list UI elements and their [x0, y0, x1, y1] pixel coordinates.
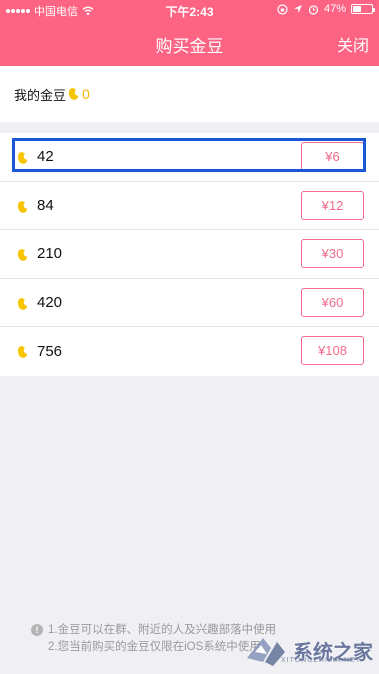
package-amount: 42 — [37, 148, 54, 166]
bean-coin-icon — [16, 344, 29, 360]
note-line: 2.您当前购买的金豆仅限在iOS系统中使用 — [48, 641, 261, 653]
watermark-subtext: XITONGZHIJIA.NET — [280, 657, 361, 664]
status-bar: 中国电信 下午2:43 47% — [0, 0, 379, 20]
balance-value: 0 — [82, 86, 90, 102]
header-bar: 中国电信 下午2:43 47% 购买金豆 关闭 — [0, 0, 379, 66]
bean-coin-icon — [16, 247, 29, 263]
note-line: 1.金豆可以在群、附近的人及兴趣部落中使用 — [48, 624, 277, 636]
price-button[interactable]: ¥12 — [301, 190, 364, 220]
package-row[interactable]: 420 ¥60 — [0, 279, 379, 327]
battery-icon — [351, 4, 375, 14]
balance-label: 我的金豆 — [14, 87, 67, 103]
price-button[interactable]: ¥6 — [301, 142, 364, 171]
rotation-lock-icon — [277, 3, 288, 15]
balance-section: 我的金豆 0 — [0, 66, 379, 122]
battery-percent: 47% — [323, 3, 346, 15]
watermark: 系统之家 XITONGZHIJIA.NET — [243, 632, 373, 668]
package-amount: 84 — [37, 196, 54, 214]
bean-coin-icon — [16, 296, 29, 311]
notes: 1.金豆可以在群、附近的人及兴趣部落中使用 2.您当前购买的金豆仅限在iOS系统… — [32, 622, 276, 656]
package-amount: 210 — [37, 245, 63, 263]
bean-coin-icon — [16, 199, 29, 214]
price-button[interactable]: ¥30 — [301, 239, 364, 268]
package-row[interactable]: 42 ¥6 — [0, 133, 379, 182]
alarm-icon — [308, 4, 319, 15]
bean-coin-icon — [67, 86, 80, 102]
package-amount: 420 — [37, 293, 63, 311]
package-amount: 756 — [37, 342, 63, 360]
package-row[interactable]: 84 ¥12 — [0, 182, 379, 230]
bean-coin-icon — [16, 150, 29, 166]
price-button[interactable]: ¥108 — [301, 336, 364, 365]
page-title: 购买金豆 — [155, 37, 224, 56]
location-icon — [293, 5, 302, 13]
package-row[interactable]: 756 ¥108 — [0, 327, 379, 376]
package-row[interactable]: 210 ¥30 — [0, 230, 379, 279]
price-button[interactable]: ¥60 — [301, 287, 364, 317]
close-button[interactable]: 关闭 — [337, 32, 369, 56]
package-list: 42 ¥6 84 ¥12 210 ¥30 420 ¥60 756 ¥108 — [0, 133, 379, 376]
